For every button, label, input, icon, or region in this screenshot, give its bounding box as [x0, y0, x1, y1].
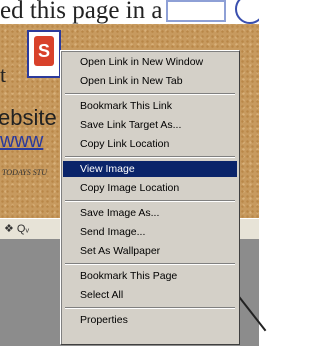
menu-separator	[65, 263, 235, 265]
logo-letter: S	[34, 36, 54, 66]
page-input-box[interactable]	[166, 0, 227, 22]
menu-item-open-link-in-new-tab[interactable]: Open Link in New Tab	[63, 73, 237, 89]
menu-item-copy-link-location[interactable]: Copy Link Location	[63, 136, 237, 152]
menu-separator	[65, 156, 235, 158]
menu-item-select-all[interactable]: Select All	[63, 287, 237, 303]
page-text-fragment: t	[0, 62, 7, 87]
menu-item-bookmark-this-page[interactable]: Bookmark This Page	[63, 268, 237, 284]
menu-item-bookmark-this-link[interactable]: Bookmark This Link	[63, 98, 237, 114]
menu-item-properties[interactable]: Properties	[63, 312, 237, 328]
context-menu: Open Link in New Window Open Link in New …	[60, 50, 240, 345]
menu-item-open-link-in-new-window[interactable]: Open Link in New Window	[63, 54, 237, 70]
page-text-website: ebsite	[0, 105, 57, 130]
circle-graphic	[235, 0, 259, 24]
toolbar-icons[interactable]: ❖ Qᵥ	[4, 222, 29, 235]
menu-separator	[65, 307, 235, 309]
menu-item-save-link-target-as[interactable]: Save Link Target As...	[63, 117, 237, 133]
menu-separator	[65, 93, 235, 95]
logo-image[interactable]: S	[27, 30, 61, 78]
page-top-label: ed this page in a	[0, 0, 163, 24]
menu-item-view-image[interactable]: View Image	[63, 161, 237, 177]
menu-item-save-image-as[interactable]: Save Image As...	[63, 205, 237, 221]
page-small-text: TODAYS STU	[2, 168, 47, 177]
page-top-text: ed this page in a	[0, 0, 259, 26]
menu-item-send-image[interactable]: Send Image...	[63, 224, 237, 240]
page-link-www[interactable]: www	[0, 130, 43, 153]
menu-item-copy-image-location[interactable]: Copy Image Location	[63, 180, 237, 196]
menu-item-set-as-wallpaper[interactable]: Set As Wallpaper	[63, 243, 237, 259]
menu-separator	[65, 200, 235, 202]
